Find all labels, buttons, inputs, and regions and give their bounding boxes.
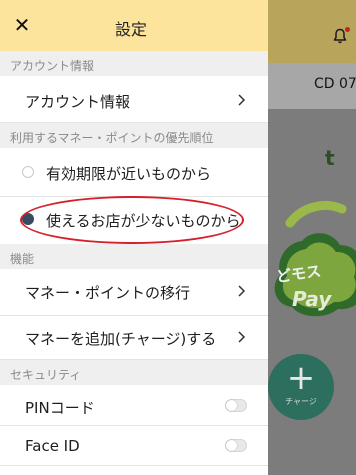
account-info-row[interactable]: アカウント情報: [0, 76, 268, 123]
pin-toggle[interactable]: [225, 399, 247, 412]
section-label: 機能: [10, 252, 35, 266]
section-header-features: 機能: [0, 244, 268, 269]
transfer-row[interactable]: マネー・ポイントの移行: [0, 269, 268, 316]
priority-option-label: 有効期限が近いものから: [46, 165, 212, 183]
settings-drawer: ✕ 設定 アカウント情報 アカウント情報 利用するマネー・ポイントの優先順位 有…: [0, 0, 268, 475]
section-label: セキュリティ: [10, 368, 82, 382]
charge-label: マネーを追加(チャージ)する: [25, 330, 217, 348]
section-header-security: セキュリティ: [0, 360, 268, 385]
highlight-annotation: [20, 196, 244, 244]
charge-fab-button[interactable]: + チャージ: [268, 354, 334, 420]
face-id-label: Face ID: [25, 437, 80, 455]
page-title: 設定: [114, 20, 147, 39]
background-cd-text: CD 07: [314, 76, 356, 92]
drawer-header: ✕ 設定: [0, 0, 268, 51]
next-row: [0, 466, 268, 475]
charge-fab-label: チャージ: [285, 397, 317, 406]
logo-pay-text: Pay: [292, 287, 332, 311]
face-id-toggle[interactable]: [225, 439, 247, 452]
account-info-label: アカウント情報: [25, 93, 131, 111]
section-label: 利用するマネー・ポイントの優先順位: [10, 131, 214, 145]
section-label: アカウント情報: [10, 59, 95, 73]
chevron-right-icon: [238, 331, 246, 343]
notification-badge: [345, 27, 350, 32]
chevron-right-icon: [238, 94, 246, 106]
toggle-knob: [226, 400, 237, 411]
transfer-label: マネー・ポイントの移行: [25, 284, 191, 302]
pin-label: PINコード: [25, 399, 95, 417]
charge-row[interactable]: マネーを追加(チャージ)する: [0, 316, 268, 360]
chevron-right-icon: [238, 285, 246, 297]
section-header-account: アカウント情報: [0, 51, 268, 76]
background-partial-text: t: [325, 146, 335, 170]
radio-button[interactable]: [22, 166, 34, 178]
priority-option-expiry[interactable]: 有効期限が近いものから: [0, 148, 268, 197]
pin-row: PINコード: [0, 385, 268, 426]
plus-icon: +: [286, 358, 316, 398]
section-header-priority: 利用するマネー・ポイントの優先順位: [0, 123, 268, 148]
toggle-knob: [226, 440, 237, 451]
face-id-row: Face ID: [0, 426, 268, 466]
